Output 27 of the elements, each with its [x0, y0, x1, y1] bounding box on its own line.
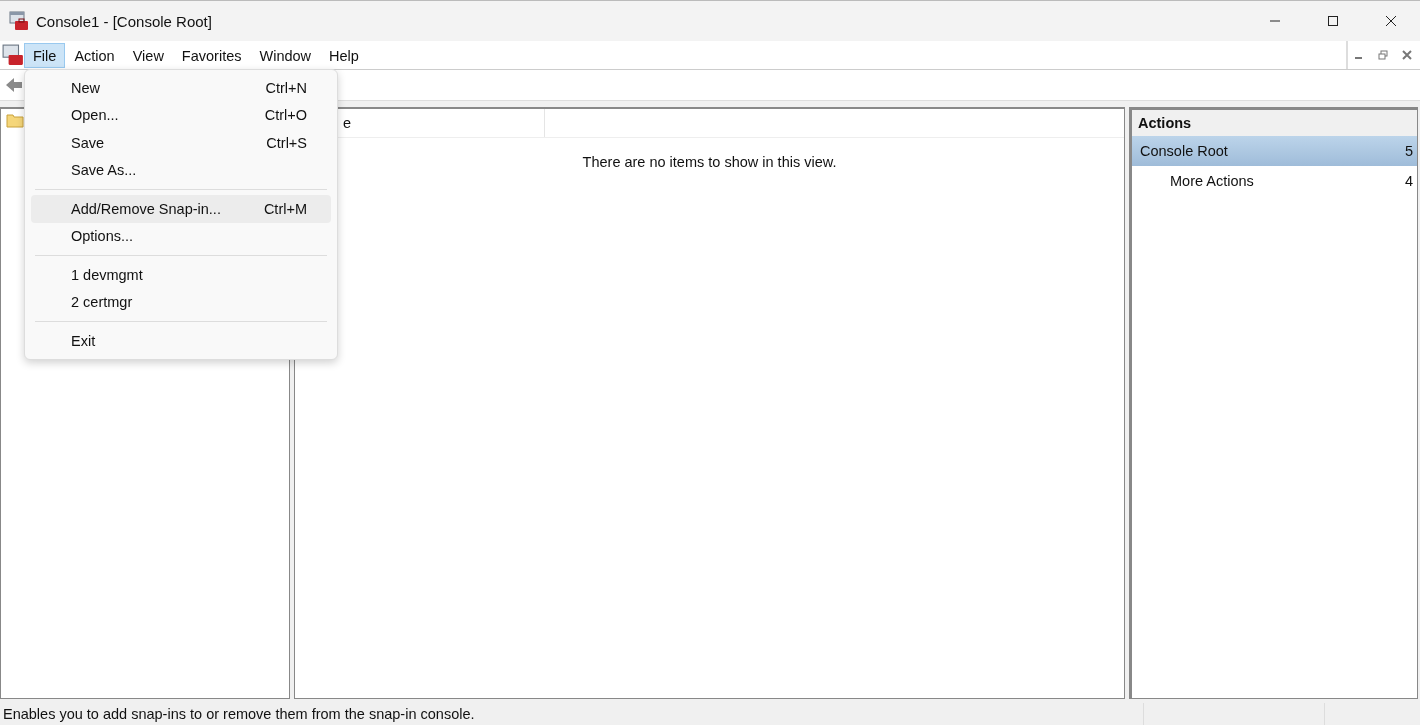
menu-item[interactable]: Help: [320, 42, 368, 68]
window-title: Console1 - [Console Root]: [36, 12, 212, 30]
back-arrow-icon[interactable]: [5, 77, 23, 93]
restore-icon[interactable]: [1378, 50, 1388, 60]
menu-item[interactable]: File: [24, 42, 66, 68]
action-link[interactable]: More Actions: [1170, 173, 1254, 189]
app-icon: [9, 11, 29, 31]
close-icon[interactable]: [1385, 15, 1397, 27]
menu-item[interactable]: 1 devmgmt: [31, 261, 331, 289]
menu-item[interactable]: 2 certmgr: [31, 288, 331, 316]
menu-item[interactable]: Action: [65, 42, 124, 68]
menu-item[interactable]: Options...: [31, 222, 331, 250]
action-group-label[interactable]: Console Root: [1140, 143, 1228, 159]
selected-action-row[interactable]: Console Root 5: [1132, 136, 1417, 166]
status-text: Enables you to add snap-ins to or remove them from the snap-in console.: [2, 706, 475, 722]
collapse-glyph[interactable]: 5: [1404, 143, 1413, 159]
menu-item[interactable]: New Ctrl+N: [31, 74, 331, 102]
app-icon[interactable]: [2, 44, 24, 66]
actions-header: Actions: [1132, 110, 1417, 136]
menu-item[interactable]: Exit: [31, 327, 331, 355]
menu-item[interactable]: Window: [250, 42, 321, 68]
menu-item[interactable]: View: [123, 42, 173, 68]
menu-item[interactable]: Favorites: [172, 42, 251, 68]
submenu-glyph[interactable]: 4: [1404, 173, 1413, 189]
maximize-icon[interactable]: [1327, 15, 1339, 27]
menu-item[interactable]: Save As...: [31, 156, 331, 184]
menu-item[interactable]: Add/Remove Snap-in... Ctrl+M: [31, 195, 331, 223]
